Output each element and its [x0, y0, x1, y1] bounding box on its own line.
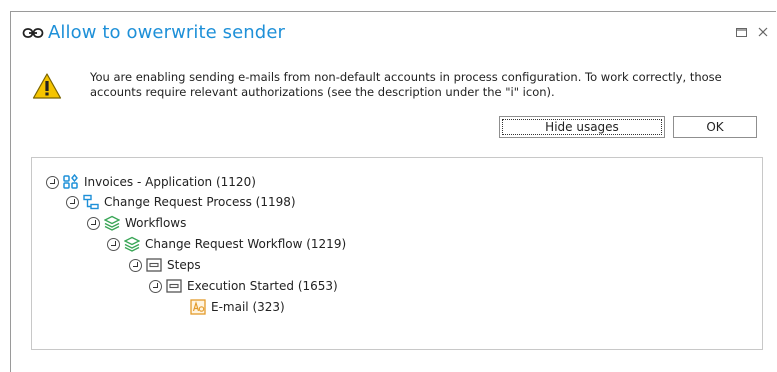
tree-node-label: Change Request Process (1198) — [104, 195, 296, 209]
email-action-icon — [190, 299, 206, 315]
usages-tree: Invoices - Application (1120) Change Req… — [31, 157, 763, 350]
tree-node[interactable]: Invoices - Application (1120) — [46, 172, 256, 192]
tree-node-label: Steps — [167, 258, 201, 272]
workflow-icon — [124, 236, 140, 252]
tree-node[interactable]: Change Request Process (1198) — [66, 192, 296, 212]
collapse-icon[interactable] — [149, 279, 162, 293]
tree-node[interactable]: Change Request Workflow (1219) — [107, 234, 346, 254]
collapse-icon[interactable] — [87, 216, 100, 230]
ok-button[interactable]: OK — [673, 116, 757, 138]
tree-node-label: Change Request Workflow (1219) — [145, 237, 347, 251]
tree-node-label: Execution Started (1653) — [187, 279, 338, 293]
step-icon — [166, 278, 182, 294]
link-icon — [22, 26, 44, 40]
tree-node-label: E-mail (323) — [211, 300, 285, 314]
collapse-icon[interactable] — [107, 237, 120, 251]
tree-node[interactable]: Workflows — [87, 213, 186, 233]
tree-node[interactable]: Execution Started (1653) — [149, 276, 338, 296]
workflows-icon — [104, 215, 120, 231]
collapse-icon[interactable] — [66, 195, 79, 209]
tree-node[interactable]: E-mail (323) — [190, 297, 285, 317]
collapse-icon[interactable] — [129, 258, 142, 272]
hide-usages-button[interactable]: Hide usages — [499, 116, 665, 138]
collapse-icon[interactable] — [46, 175, 59, 189]
warning-message: You are enabling sending e-mails from no… — [90, 70, 722, 99]
window-controls — [735, 26, 769, 38]
dialog-title-row: Allow to owerwrite sender — [22, 22, 285, 43]
process-icon — [83, 194, 99, 210]
maximize-icon[interactable] — [735, 26, 747, 38]
tree-node[interactable]: Steps — [129, 255, 201, 275]
close-icon[interactable] — [757, 26, 769, 38]
warning-icon — [32, 72, 62, 100]
steps-icon — [146, 257, 162, 273]
application-icon — [63, 174, 79, 190]
dialog-title: Allow to owerwrite sender — [48, 22, 286, 43]
tree-node-label: Invoices - Application (1120) — [84, 175, 256, 189]
tree-node-label: Workflows — [125, 216, 187, 230]
